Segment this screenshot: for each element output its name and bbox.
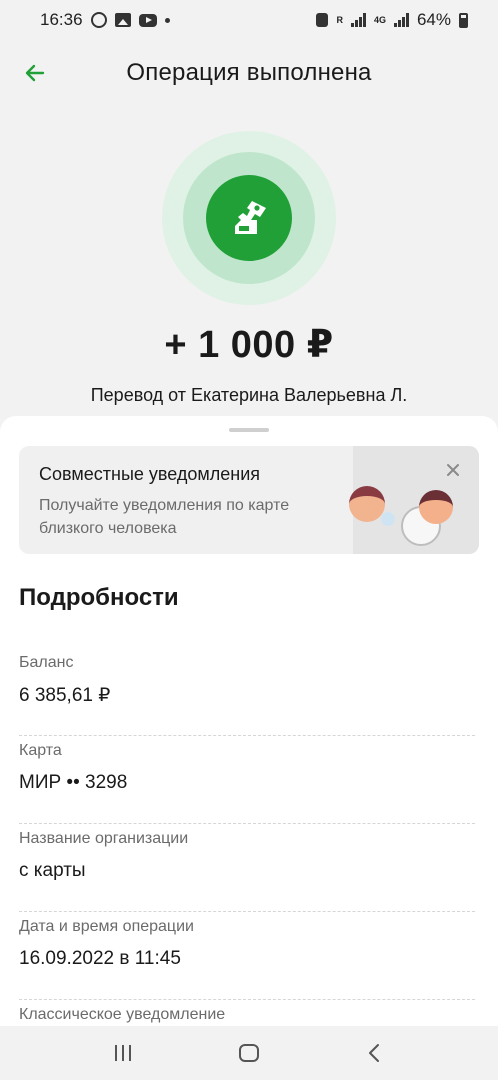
network-4g-label: 4G <box>373 14 386 25</box>
close-icon <box>447 464 459 476</box>
system-nav-bar <box>0 1026 498 1080</box>
recents-icon <box>115 1045 131 1061</box>
battery-percent: 64% <box>416 10 451 29</box>
operation-icon-ring-outer <box>162 131 336 305</box>
person-avatar-icon-2 <box>419 490 453 524</box>
home-button[interactable] <box>229 1033 269 1073</box>
detail-value: МИР •• 3298 <box>19 772 128 793</box>
operation-description: Перевод от Екатерина Валерьевна Л. <box>90 385 408 405</box>
promo-close-button[interactable] <box>443 460 463 480</box>
promo-title: Совместные уведомления <box>39 464 261 484</box>
promo-text: Получайте уведомления по карте близкого … <box>39 497 290 537</box>
detail-row-balance: Баланс 6 385,61 ₽ <box>19 648 475 736</box>
status-bar: 16:36 R 4G 64% <box>0 0 498 40</box>
person-avatar-small-icon <box>381 512 395 526</box>
detail-value: с карты <box>19 860 86 881</box>
detail-label: Название организации <box>19 830 189 847</box>
page-title: Операция выполнена <box>126 59 372 86</box>
whatsapp-icon <box>90 12 107 28</box>
arrow-left-icon <box>25 64 45 82</box>
operation-icon-ring-mid <box>183 152 315 284</box>
detail-value: 16.09.2022 в 11:45 <box>19 948 181 969</box>
alarm-icon <box>316 13 329 27</box>
status-right: R 4G 64% <box>316 10 468 30</box>
operation-icon-circle <box>206 175 292 261</box>
recents-button[interactable] <box>103 1033 143 1073</box>
signal-icon <box>350 13 366 27</box>
status-time: 16:36 <box>40 10 83 29</box>
drag-handle[interactable] <box>229 428 269 432</box>
detail-row-organization: Название организации с карты <box>19 824 475 912</box>
details-title: Подробности <box>19 584 179 611</box>
battery-icon <box>459 12 468 28</box>
gallery-icon <box>114 13 131 27</box>
detail-value: 6 385,61 ₽ <box>19 685 111 706</box>
promo-card[interactable]: Совместные уведомления Получайте уведомл… <box>19 446 479 554</box>
back-icon <box>369 1044 379 1062</box>
network-r-label: R <box>336 14 343 25</box>
app-header: Операция выполнена <box>0 46 498 100</box>
detail-label: Баланс <box>19 654 74 671</box>
detail-label: Классическое уведомление <box>19 1006 226 1023</box>
nav-back-button[interactable] <box>355 1033 395 1073</box>
more-notifications-icon <box>164 17 170 23</box>
back-button[interactable] <box>18 56 52 90</box>
details-list: Баланс 6 385,61 ₽ Карта МИР •• 3298 Назв… <box>19 648 475 1080</box>
signal-icon-2 <box>393 13 409 27</box>
details-sheet[interactable]: Совместные уведомления Получайте уведомл… <box>0 416 498 1026</box>
detail-label: Карта <box>19 742 62 759</box>
youtube-icon <box>138 13 157 27</box>
detail-row-card: Карта МИР •• 3298 <box>19 736 475 824</box>
status-left: 16:36 <box>40 10 170 30</box>
operation-amount: + 1 000 ₽ <box>164 324 334 366</box>
transfer-icon <box>235 201 266 234</box>
person-avatar-icon <box>349 486 385 522</box>
home-icon <box>239 1044 259 1062</box>
detail-row-datetime: Дата и время операции 16.09.2022 в 11:45 <box>19 912 475 1000</box>
detail-label: Дата и время операции <box>19 918 194 935</box>
